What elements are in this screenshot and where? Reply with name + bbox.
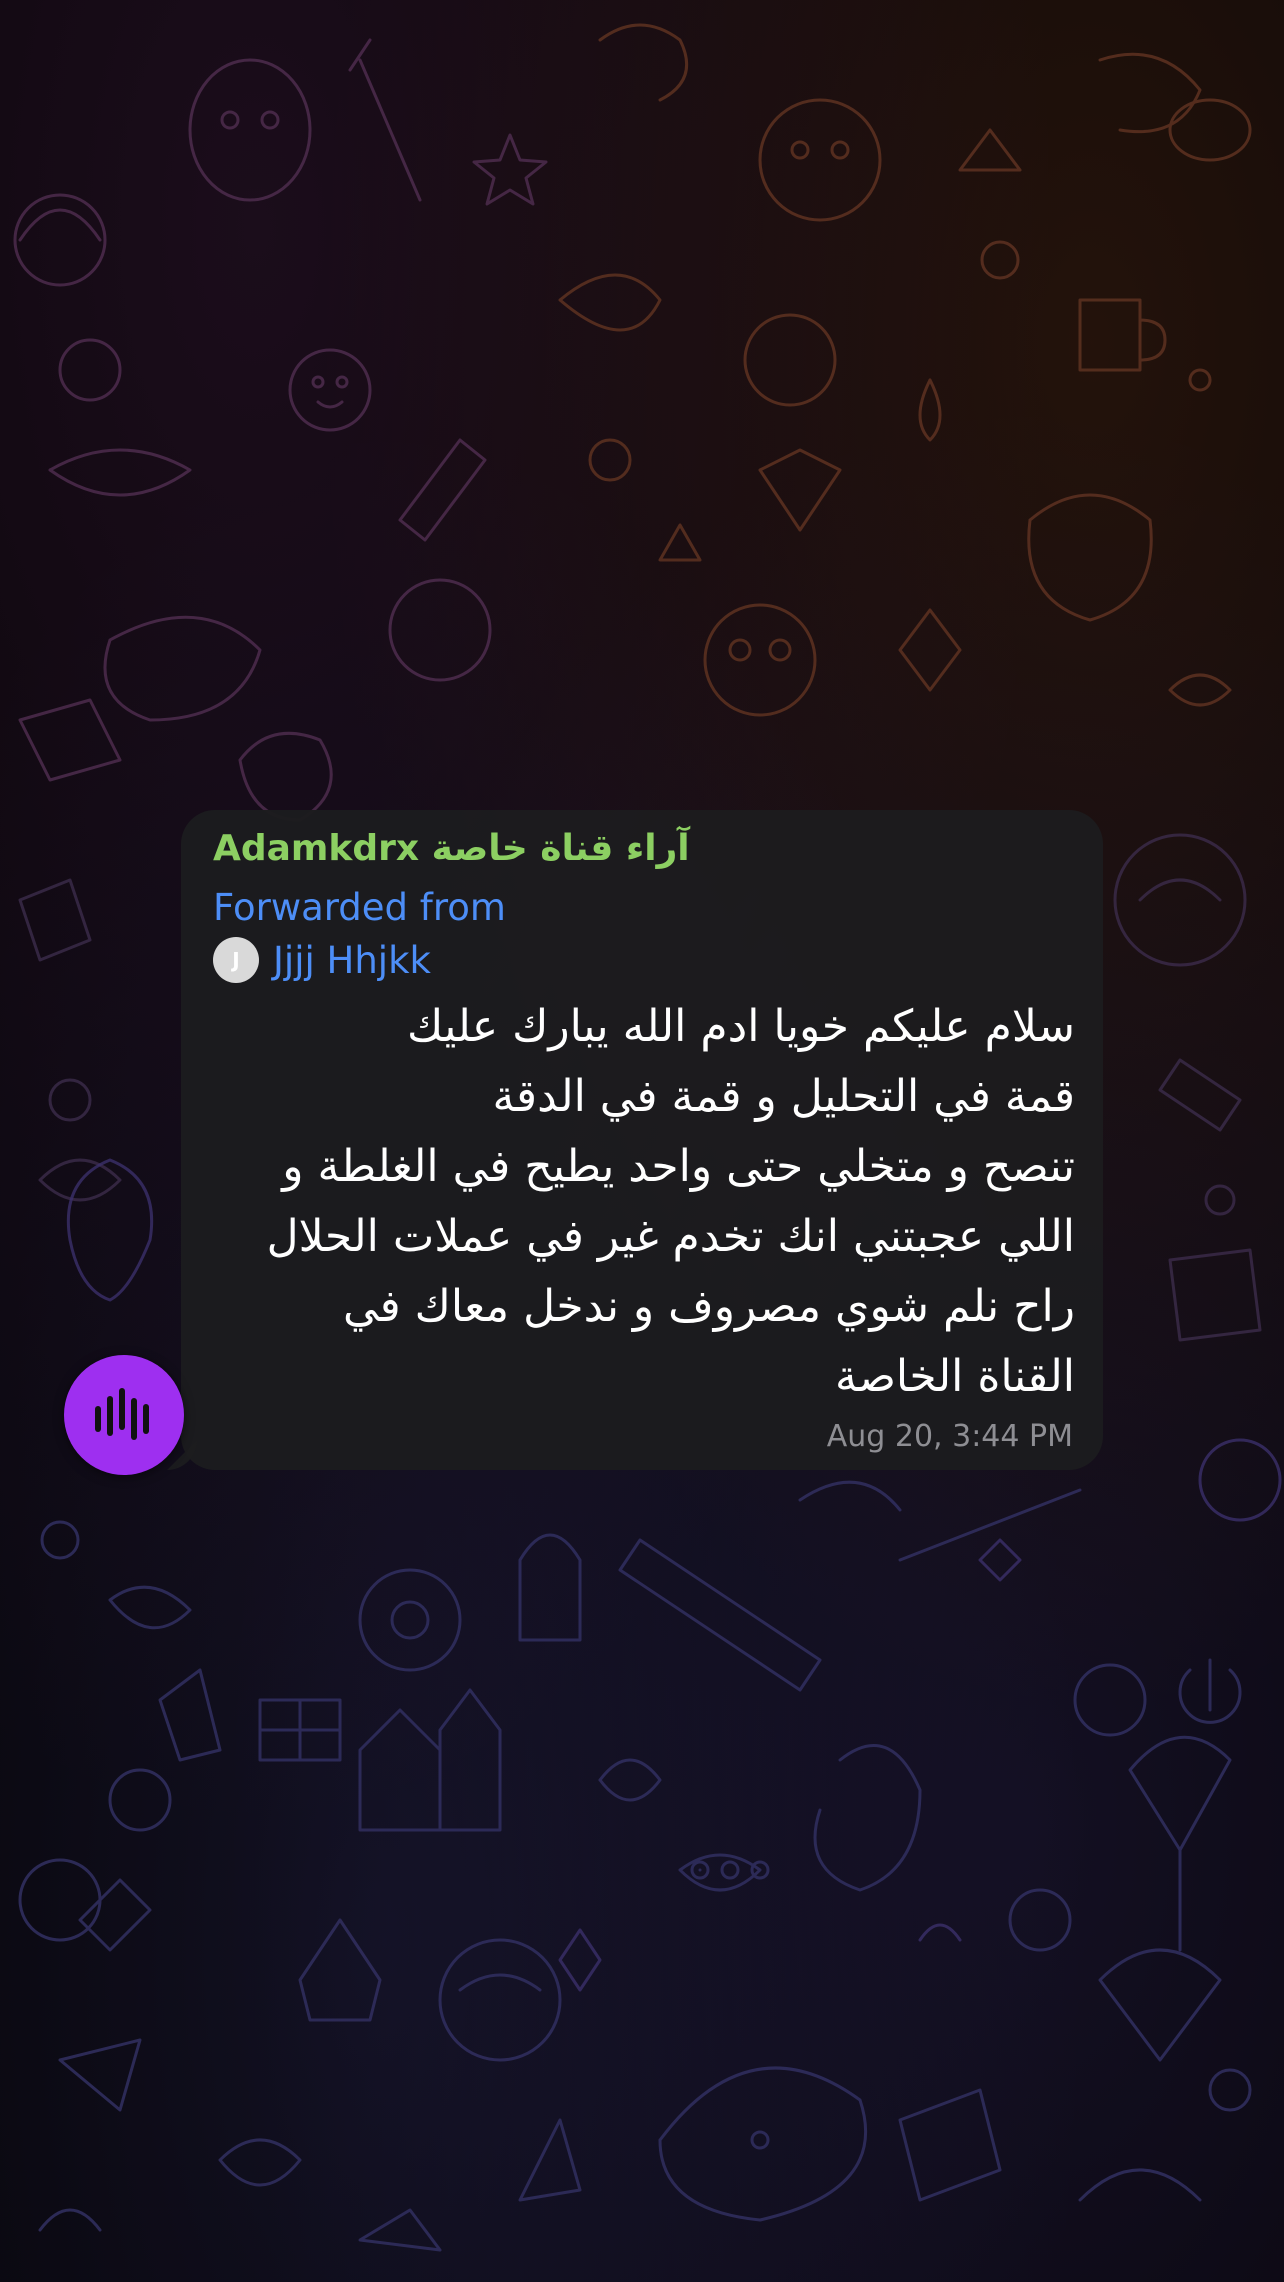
message-timestamp: Aug 20, 3:44 PM [826,1419,1073,1454]
forwarded-source[interactable]: J Jjjj Hhjkk [213,936,431,984]
forwarded-from-label: Forwarded from [213,886,506,929]
voice-message-button[interactable] [64,1355,184,1475]
message-bubble[interactable]: Adamkdrx آراء قناة خاصة Forwarded from J… [181,810,1103,1470]
waveform-icon [95,1388,149,1440]
forwarded-sender-name[interactable]: Jjjj Hhjkk [273,939,431,982]
sender-name[interactable]: Adamkdrx آراء قناة خاصة [213,828,690,869]
message-line: سلام عليكم خويا ادم الله يبارك عليك [406,1001,1075,1052]
message-line: قمة في التحليل و قمة في الدقة [492,1071,1075,1122]
message-line: راح نلم شوي مصروف و ندخل معاك في [342,1281,1075,1332]
message-line: تنصح و متخلي حتى واحد يطيح في الغلطة و [282,1141,1075,1192]
message-line: اللي عجبتني انك تخدم غير في عملات الحلال [266,1211,1075,1262]
forwarded-avatar[interactable]: J [213,937,259,983]
message-line: القناة الخاصة [834,1351,1075,1402]
message-text: سلام عليكم خويا ادم الله يبارك عليك قمة … [205,992,1075,1412]
